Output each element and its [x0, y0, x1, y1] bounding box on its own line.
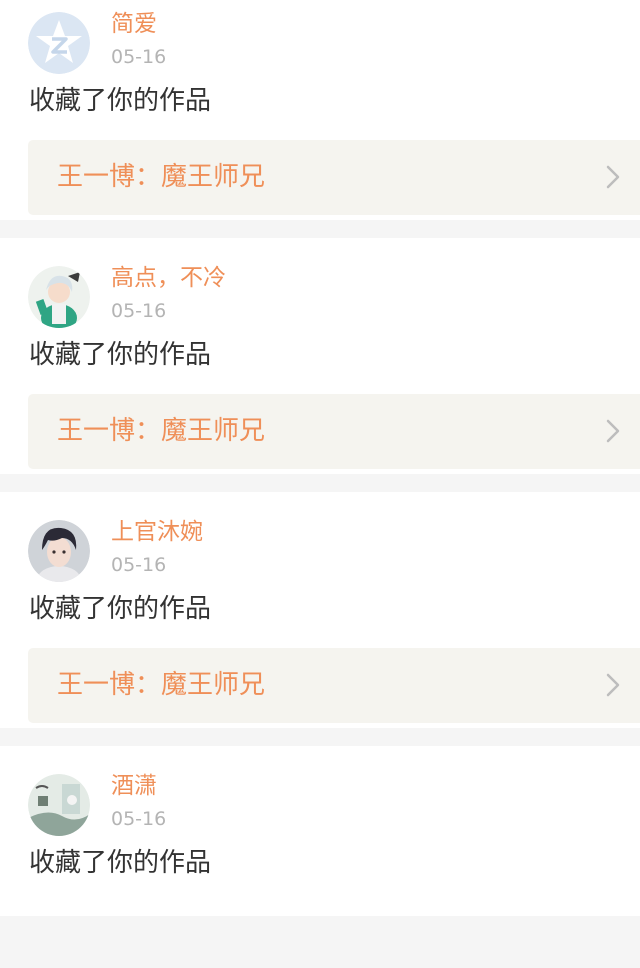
default-avatar-icon	[28, 12, 90, 74]
landscape-photo-avatar	[28, 774, 90, 836]
activity-date: 05-16	[111, 554, 167, 576]
work-link[interactable]: 王一博：魔王师兄	[28, 648, 640, 723]
anime-character-avatar	[28, 266, 90, 328]
username[interactable]: 高点，不冷	[111, 263, 226, 293]
chevron-right-icon	[606, 673, 620, 697]
activity-text: 收藏了你的作品	[29, 86, 212, 116]
username[interactable]: 简爱	[111, 9, 157, 39]
username[interactable]: 上官沐婉	[111, 517, 203, 547]
activity-text: 收藏了你的作品	[29, 340, 212, 370]
feed-card: 简爱 05-16 收藏了你的作品 王一博：魔王师兄	[0, 0, 640, 220]
work-title: 王一博：魔王师兄	[57, 670, 266, 700]
work-link[interactable]: 王一博：魔王师兄	[28, 140, 640, 215]
activity-date: 05-16	[111, 46, 167, 68]
user-avatar[interactable]	[28, 266, 90, 328]
activity-feed: 简爱 05-16 收藏了你的作品 王一博：魔王师兄 高点，不冷 05-16 收藏…	[0, 0, 640, 968]
user-avatar[interactable]	[28, 520, 90, 582]
work-link[interactable]: 王一博：魔王师兄	[28, 394, 640, 469]
activity-date: 05-16	[111, 808, 167, 830]
feed-card: 上官沐婉 05-16 收藏了你的作品 王一博：魔王师兄	[0, 492, 640, 728]
activity-text: 收藏了你的作品	[29, 594, 212, 624]
user-avatar[interactable]	[28, 774, 90, 836]
chevron-right-icon	[606, 419, 620, 443]
feed-card: 酒潇 05-16 收藏了你的作品	[0, 746, 640, 916]
user-avatar[interactable]	[28, 12, 90, 74]
username[interactable]: 酒潇	[111, 771, 157, 801]
feed-card: 高点，不冷 05-16 收藏了你的作品 王一博：魔王师兄	[0, 238, 640, 474]
activity-date: 05-16	[111, 300, 167, 322]
activity-text: 收藏了你的作品	[29, 848, 212, 878]
work-title: 王一博：魔王师兄	[57, 416, 266, 446]
portrait-photo-avatar	[28, 520, 90, 582]
chevron-right-icon	[606, 165, 620, 189]
work-title: 王一博：魔王师兄	[57, 162, 266, 192]
